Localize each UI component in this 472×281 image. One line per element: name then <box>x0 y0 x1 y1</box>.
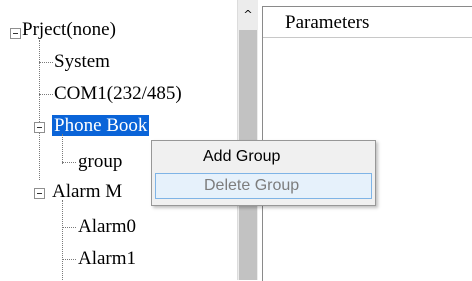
tree-item-com1[interactable]: COM1(232/485) <box>54 82 182 106</box>
tree-connector <box>62 162 76 163</box>
tree-root-project[interactable]: Prject(none) <box>22 18 116 42</box>
context-menu: Add Group Delete Group <box>151 140 376 206</box>
collapse-icon[interactable] <box>34 122 45 133</box>
tree-item-group[interactable]: group <box>78 150 122 174</box>
tree-connector <box>39 40 40 180</box>
tree-connector <box>62 200 63 280</box>
tree-item-label: COM1(232/485) <box>54 83 182 104</box>
collapse-icon[interactable] <box>34 188 45 199</box>
delete-group-menu-item[interactable]: Delete Group <box>155 173 372 199</box>
tree-item-label: System <box>54 51 110 72</box>
tree-connector <box>62 227 76 228</box>
tree-connector <box>62 259 76 260</box>
tree-item-alarm0[interactable]: Alarm0 <box>78 215 136 239</box>
tree-item-label: Alarm1 <box>78 248 137 269</box>
parameters-title: Parameters <box>285 12 370 33</box>
tree-item-label: Alarm M <box>52 181 123 202</box>
tree-connector <box>39 62 53 63</box>
collapse-icon[interactable] <box>10 28 21 39</box>
tree-item-label: Phone Book <box>52 115 150 136</box>
tree-root-label: Prject(none) <box>22 19 116 40</box>
tree-item-phone-book[interactable]: Phone Book <box>52 114 150 138</box>
scroll-up-icon[interactable]: ^ <box>238 2 258 26</box>
parameters-header: Parameters <box>263 7 472 38</box>
tree-item-alarm1[interactable]: Alarm1 <box>78 247 136 271</box>
add-group-menu-item[interactable]: Add Group <box>155 144 372 170</box>
tree-connector <box>39 94 53 95</box>
tree-connector <box>62 134 63 164</box>
tree-item-label: group <box>78 151 123 172</box>
tree-item-system[interactable]: System <box>54 50 110 74</box>
tree-item-label: Alarm0 <box>78 216 137 237</box>
